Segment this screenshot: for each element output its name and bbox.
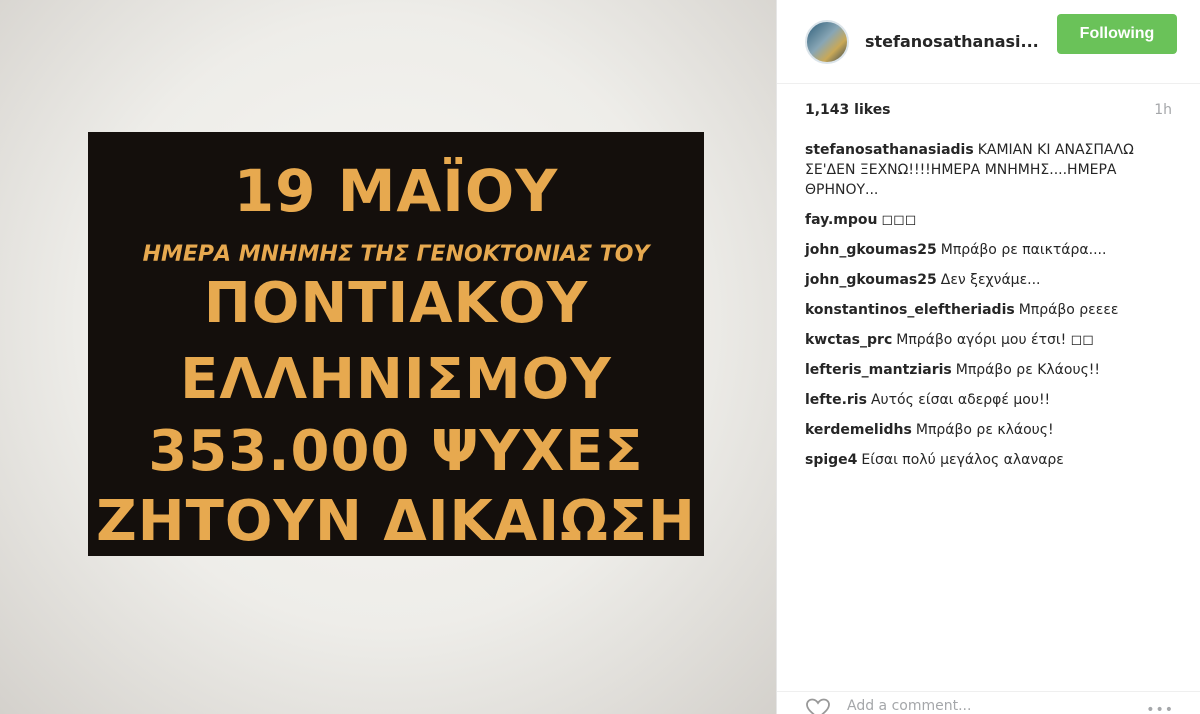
comment-text: Δεν ξεχνάμε... — [940, 272, 1041, 288]
comment-text: Μπράβο αγόρι μου έτσι! ◻◻ — [896, 332, 1094, 348]
comments-list: stefanosathanasiadis ΚΑΜΙΑΝ ΚΙ ΑΝΑΣΠΑΛΩ Σ… — [777, 140, 1200, 470]
list-item: lefte.ris Αυτός είσαι αδερφέ μου!! — [805, 390, 1172, 410]
list-item: kwctas_prc Μπράβο αγόρι μου έτσι! ◻◻ — [805, 330, 1172, 350]
list-item: john_gkoumas25 Μπράβο ρε παικτάρα.... — [805, 240, 1172, 260]
comment-author[interactable]: john_gkoumas25 — [805, 242, 937, 258]
comment-bar: Add a comment... ••• — [777, 691, 1200, 714]
list-item: spige4 Είσαι πολύ μεγάλος αλαναρε — [805, 450, 1172, 470]
heart-icon[interactable] — [805, 698, 831, 714]
comment-author[interactable]: kerdemelidhs — [805, 422, 912, 438]
comment-text: Είσαι πολύ μεγάλος αλαναρε — [861, 452, 1064, 468]
poster-line-4: ΕΛΛΗΝΙΣΜΟΥ — [180, 347, 612, 412]
memorial-poster-image: 19 ΜΑΪΟΥ ΗΜΕΡΑ ΜΝΗΜΗΣ ΤΗΣ ΓΕΝΟΚΤΟΝΙΑΣ ΤΟ… — [88, 132, 704, 556]
caption-author[interactable]: stefanosathanasiadis — [805, 142, 974, 158]
list-item: john_gkoumas25 Δεν ξεχνάμε... — [805, 270, 1172, 290]
username-link[interactable]: stefanosathanasi... — [865, 32, 1051, 51]
likes-count[interactable]: 1,143 likes — [805, 102, 891, 118]
following-button[interactable]: Following — [1057, 14, 1177, 54]
post-photo[interactable]: 19 ΜΑΪΟΥ ΗΜΕΡΑ ΜΝΗΜΗΣ ΤΗΣ ΓΕΝΟΚΤΟΝΙΑΣ ΤΟ… — [0, 0, 776, 714]
post-meta: 1,143 likes 1h — [777, 84, 1200, 136]
comment-author[interactable]: fay.mpou — [805, 212, 877, 228]
comment-text: Μπράβο ρε Κλάους!! — [955, 362, 1101, 378]
list-item: fay.mpou ◻◻◻ — [805, 210, 1172, 230]
comment-author[interactable]: lefte.ris — [805, 392, 867, 408]
list-item: kerdemelidhs Μπράβο ρε κλάους! — [805, 420, 1172, 440]
comment-author[interactable]: lefteris_mantziaris — [805, 362, 952, 378]
poster-subtitle: ΗΜΕΡΑ ΜΝΗΜΗΣ ΤΗΣ ΓΕΝΟΚΤΟΝΙΑΣ ΤΟΥ — [142, 242, 650, 267]
comment-text: Μπράβο ρε παικτάρα.... — [940, 242, 1107, 258]
comment-text: Αυτός είσαι αδερφέ μου!! — [870, 392, 1051, 408]
post-timestamp[interactable]: 1h — [1154, 102, 1172, 118]
instagram-post-view: 19 ΜΑΪΟΥ ΗΜΕΡΑ ΜΝΗΜΗΣ ΤΗΣ ΓΕΝΟΚΤΟΝΙΑΣ ΤΟ… — [0, 0, 1200, 714]
comment-text: Μπράβο ρεεεε — [1018, 302, 1119, 318]
comment-author[interactable]: kwctas_prc — [805, 332, 892, 348]
poster-line-5: 353.000 ΨΥΧΕΣ — [148, 419, 644, 484]
more-icon[interactable]: ••• — [1146, 702, 1174, 714]
post-header: stefanosathanasi... Following — [777, 0, 1200, 84]
post-caption: stefanosathanasiadis ΚΑΜΙΑΝ ΚΙ ΑΝΑΣΠΑΛΩ Σ… — [805, 140, 1145, 200]
list-item: lefteris_mantziaris Μπράβο ρε Κλάους!! — [805, 360, 1172, 380]
list-item: konstantinos_eleftheriadis Μπράβο ρεεεε — [805, 300, 1172, 320]
comment-text: ◻◻◻ — [881, 212, 917, 228]
comment-text: Μπράβο ρε κλάους! — [915, 422, 1054, 438]
poster-line-6: ΖΗΤΟΥΝ ΔΙΚΑΙΩΣΗ — [96, 489, 696, 554]
comment-author[interactable]: spige4 — [805, 452, 857, 468]
comment-author[interactable]: konstantinos_eleftheriadis — [805, 302, 1015, 318]
poster-date: 19 ΜΑΪΟΥ — [233, 157, 559, 225]
poster-line-3: ΠΟΝΤΙΑΚΟΥ — [203, 271, 589, 336]
add-comment-input[interactable]: Add a comment... — [847, 698, 971, 714]
avatar[interactable] — [805, 19, 849, 64]
comment-author[interactable]: john_gkoumas25 — [805, 272, 937, 288]
post-sidebar: stefanosathanasi... Following 1,143 like… — [776, 0, 1200, 714]
